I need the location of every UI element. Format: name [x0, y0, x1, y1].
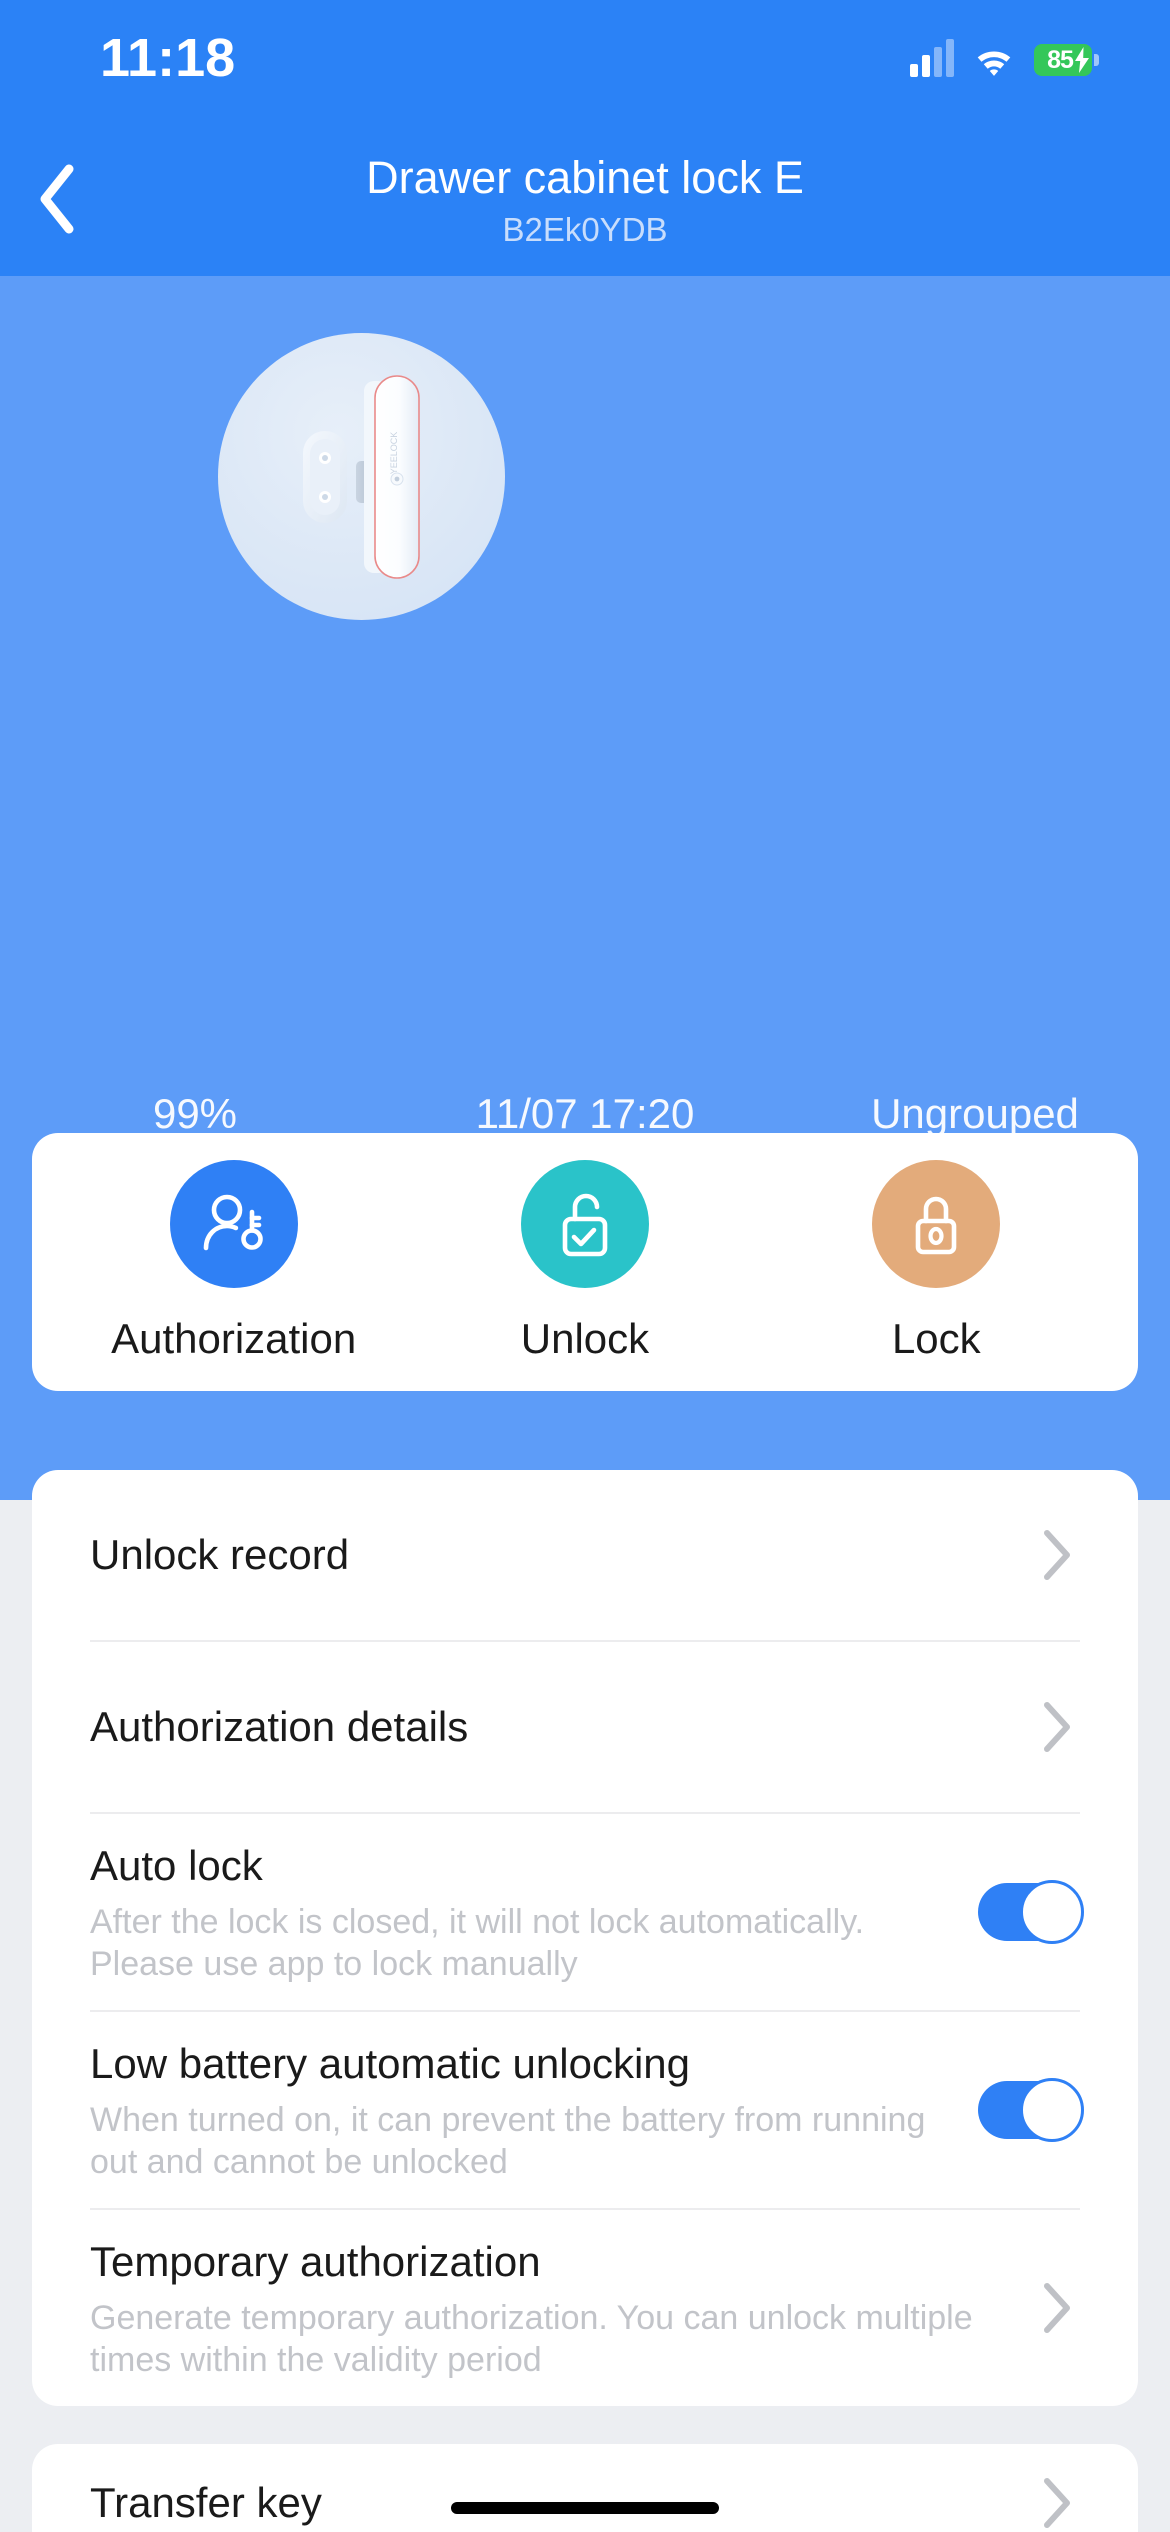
action-label-authorization: Authorization — [111, 1315, 357, 1362]
navigation-bar: Drawer cabinet lock E B2Ek0YDB — [0, 120, 1170, 276]
row-title-temporary-authorization: Temporary authorization — [90, 2238, 541, 2285]
battery-level-label: 85 — [1047, 45, 1074, 74]
svg-text:YEELOCK: YEELOCK — [389, 432, 399, 475]
toggle-knob — [1020, 2078, 1084, 2142]
home-indicator[interactable] — [451, 2502, 719, 2514]
settings-card: Unlock record Authorization details Auto… — [32, 1470, 1138, 2406]
status-time: 11:18 — [100, 28, 236, 88]
chevron-right-icon — [1044, 1530, 1070, 1580]
chevron-right-icon — [1044, 2283, 1070, 2333]
page-title: Drawer cabinet lock E — [366, 152, 804, 203]
row-title-unlock-record: Unlock record — [90, 1531, 350, 1578]
nav-title-group: Drawer cabinet lock E B2Ek0YDB — [0, 150, 1170, 252]
app-screen: YEELOCK 99% 11/07 17:20 Ungrouped 11:18 … — [0, 0, 1170, 2532]
toggle-knob — [1020, 1880, 1084, 1944]
page-subtitle: B2Ek0YDB — [502, 211, 668, 248]
action-lock[interactable]: Lock — [786, 1160, 1086, 1364]
battery-charging-icon: 85 — [1034, 43, 1099, 77]
transfer-key-card: Transfer key — [32, 2444, 1138, 2532]
unlocked-padlock-check-icon — [520, 1160, 649, 1288]
chevron-right-icon — [1044, 1702, 1070, 1752]
cellular-signal-icon — [910, 39, 954, 77]
row-transfer-key[interactable]: Transfer key — [32, 2444, 1138, 2532]
row-low-battery-automatic-unlocking[interactable]: Low battery automatic unlocking When tur… — [32, 2012, 1138, 2208]
row-title-auto-lock: Auto lock — [90, 1842, 263, 1889]
action-label-unlock: Unlock — [520, 1315, 650, 1362]
row-authorization-details[interactable]: Authorization details — [32, 1642, 1138, 1812]
smart-door-lock-device-image: YEELOCK — [218, 333, 505, 620]
row-auto-lock[interactable]: Auto lock After the lock is closed, it w… — [32, 1814, 1138, 2010]
wifi-icon — [977, 51, 1011, 76]
status-icons: 85 — [910, 39, 1099, 77]
action-authorization[interactable]: Authorization — [84, 1160, 384, 1364]
row-desc-temporary-authorization: Generate temporary authorization. You ca… — [90, 2299, 973, 2379]
toggle-low-battery-automatic-unlocking[interactable] — [978, 2078, 1084, 2142]
row-desc-auto-lock: After the lock is closed, it will not lo… — [90, 1903, 865, 1983]
row-unlock-record[interactable]: Unlock record — [32, 1470, 1138, 1640]
locked-padlock-icon — [872, 1160, 1001, 1288]
row-title-authorization-details: Authorization details — [90, 1703, 469, 1750]
status-bar: 11:18 85 — [0, 0, 1170, 120]
action-unlock[interactable]: Unlock — [435, 1160, 735, 1364]
quick-actions-card: Authorization Unlock Lock — [32, 1133, 1138, 1391]
row-title-low-battery-automatic-unlocking: Low battery automatic unlocking — [90, 2040, 690, 2087]
toggle-auto-lock[interactable] — [978, 1880, 1084, 1944]
row-desc-low-battery-automatic-unlocking: When turned on, it can prevent the batte… — [90, 2101, 926, 2181]
chevron-right-icon — [1044, 2478, 1070, 2528]
action-label-lock: Lock — [891, 1315, 981, 1362]
row-temporary-authorization[interactable]: Temporary authorization Generate tempora… — [32, 2210, 1138, 2406]
user-key-icon — [169, 1160, 298, 1288]
